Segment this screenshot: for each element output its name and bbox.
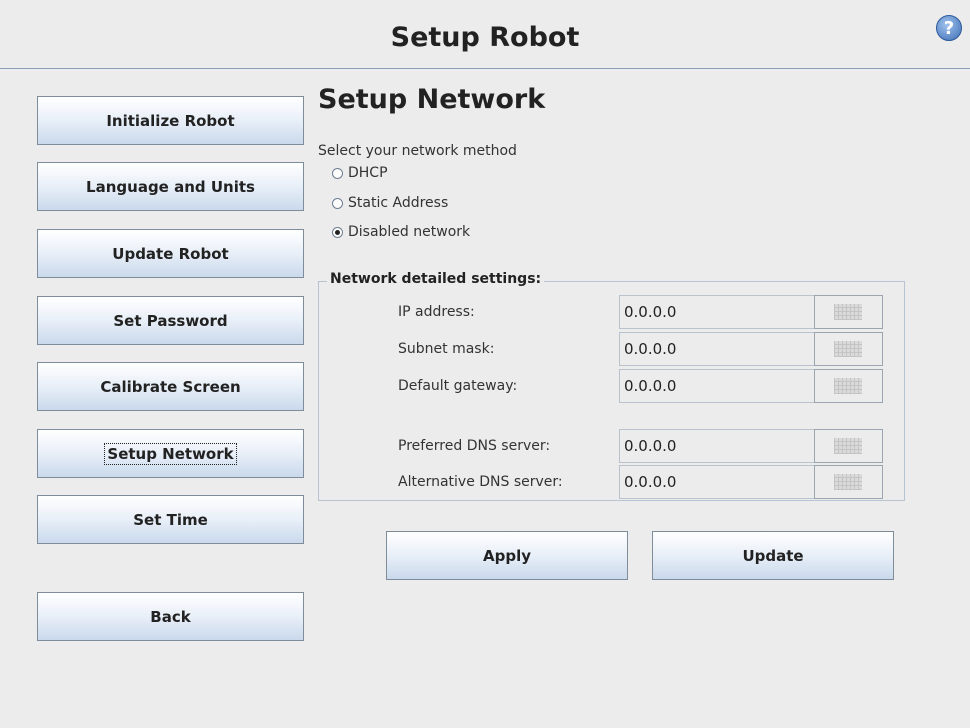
radio-label: Disabled network (348, 224, 471, 240)
sidebar-item-set-time[interactable]: Set Time (37, 495, 304, 544)
radio-button-icon[interactable] (332, 167, 343, 179)
default-gateway-label: Default gateway: (398, 378, 518, 394)
sidebar-item-label: Setup Network (104, 442, 237, 465)
keypad-icon (834, 341, 862, 357)
preferred-dns-keypad-button[interactable] (814, 429, 883, 463)
radio-label: DHCP (348, 165, 388, 181)
ip-address-label: IP address: (398, 304, 475, 320)
network-method-prompt: Select your network method (318, 143, 517, 159)
alternative-dns-label: Alternative DNS server: (398, 474, 563, 490)
sidebar-item-label: Calibrate Screen (100, 377, 241, 396)
radio-static-address[interactable]: Static Address (332, 193, 448, 213)
back-button[interactable]: Back (37, 592, 304, 641)
ip-address-field[interactable]: 0.0.0.0 (619, 295, 815, 329)
keypad-icon (834, 474, 862, 490)
sidebar-item-label: Set Time (133, 510, 208, 529)
sidebar-item-update-robot[interactable]: Update Robot (37, 229, 304, 278)
subnet-mask-keypad-button[interactable] (814, 332, 883, 366)
sidebar-item-set-password[interactable]: Set Password (37, 296, 304, 345)
sidebar-item-label: Update Robot (112, 244, 229, 263)
radio-disabled-network[interactable]: Disabled network (332, 222, 470, 242)
sidebar-item-label: Set Password (113, 311, 228, 330)
preferred-dns-field[interactable]: 0.0.0.0 (619, 429, 815, 463)
default-gateway-keypad-button[interactable] (814, 369, 883, 403)
radio-dhcp[interactable]: DHCP (332, 163, 388, 183)
keypad-icon (834, 304, 862, 320)
update-button-label: Update (742, 546, 804, 565)
title-bar: Setup Robot ? (0, 0, 970, 69)
sidebar-item-initialize-robot[interactable]: Initialize Robot (37, 96, 304, 145)
default-gateway-field[interactable]: 0.0.0.0 (619, 369, 815, 403)
radio-button-selected-icon[interactable] (332, 226, 343, 238)
subnet-mask-field[interactable]: 0.0.0.0 (619, 332, 815, 366)
preferred-dns-label: Preferred DNS server: (398, 438, 551, 454)
window-title: Setup Robot (390, 22, 580, 53)
keypad-icon (834, 438, 862, 454)
ip-address-keypad-button[interactable] (814, 295, 883, 329)
update-button[interactable]: Update (652, 531, 894, 580)
network-settings-legend: Network detailed settings: (327, 271, 545, 287)
sidebar-item-label: Language and Units (86, 177, 255, 196)
alternative-dns-keypad-button[interactable] (814, 465, 883, 499)
sidebar-item-calibrate-screen[interactable]: Calibrate Screen (37, 362, 304, 411)
sidebar-item-setup-network[interactable]: Setup Network (37, 429, 304, 478)
keypad-icon (834, 378, 862, 394)
subnet-mask-label: Subnet mask: (398, 341, 495, 357)
help-icon[interactable]: ? (936, 15, 962, 41)
alternative-dns-field[interactable]: 0.0.0.0 (619, 465, 815, 499)
apply-button-label: Apply (482, 546, 531, 565)
page-title: Setup Network (318, 84, 546, 115)
sidebar-item-language-and-units[interactable]: Language and Units (37, 162, 304, 211)
apply-button[interactable]: Apply (386, 531, 628, 580)
sidebar-item-label: Initialize Robot (106, 111, 235, 130)
radio-label: Static Address (348, 195, 449, 211)
back-button-label: Back (150, 607, 191, 626)
radio-button-icon[interactable] (332, 197, 343, 209)
